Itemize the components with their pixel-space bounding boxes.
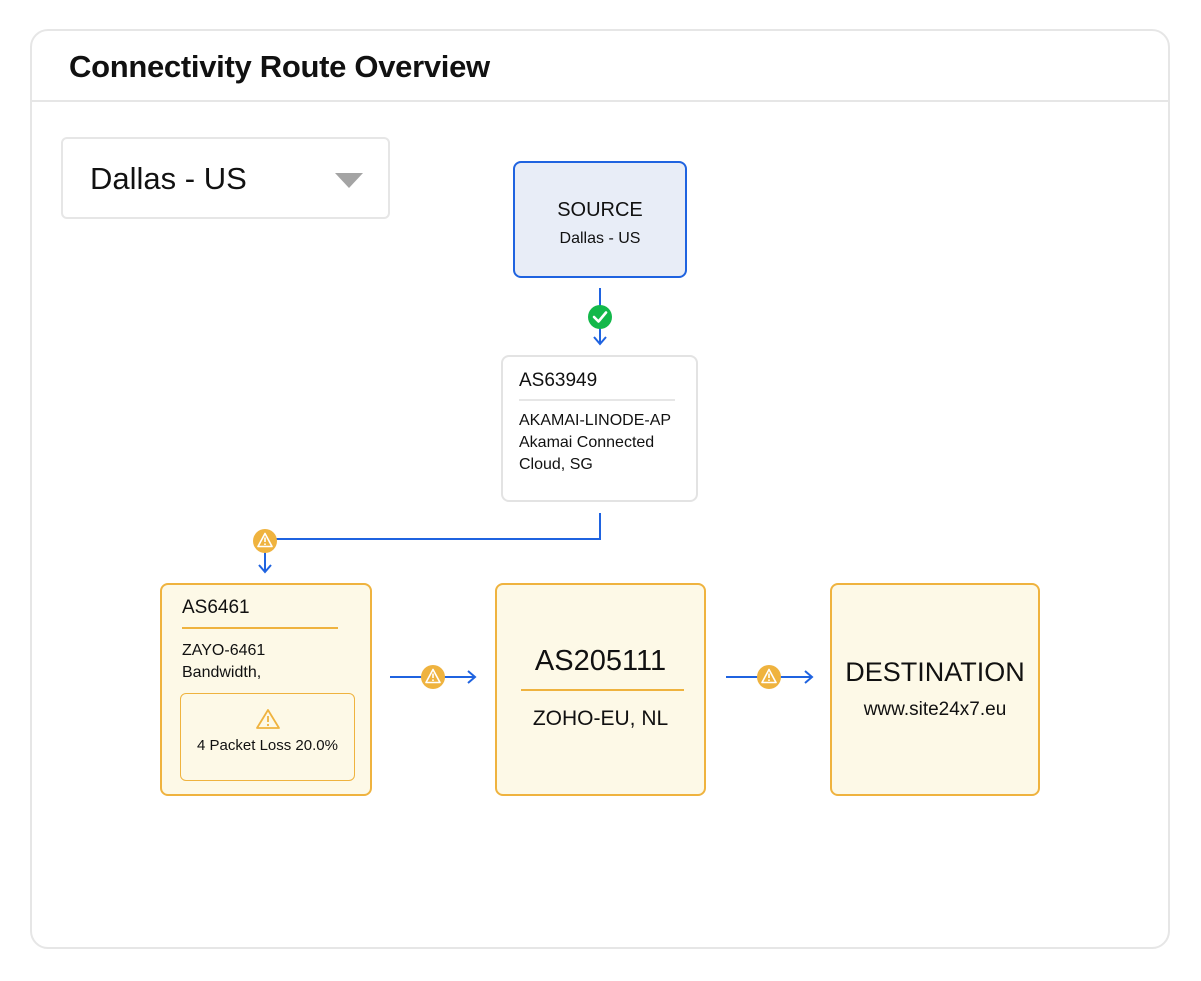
check-circle-icon	[588, 305, 612, 329]
divider	[519, 399, 675, 401]
as63949-node-line: AKAMAI-LINODE-AP	[519, 412, 672, 429]
destination-node-title: DESTINATION	[845, 657, 1025, 687]
as63949-node-title: AS63949	[519, 370, 598, 391]
as63949-node[interactable]: AS63949 AKAMAI-LINODE-AP Akamai Connecte…	[501, 355, 698, 502]
packet-loss-text: 4 Packet Loss 20.0%	[197, 737, 338, 754]
source-node-location: Dallas - US	[559, 230, 641, 247]
destination-node-host: www.site24x7.eu	[863, 699, 1007, 720]
as205111-node[interactable]: AS205111 ZOHO-EU, NL	[495, 583, 706, 796]
link-as63949-to-as6461	[258, 513, 601, 574]
packet-loss-alert: 4 Packet Loss 20.0%	[180, 693, 355, 781]
as6461-node-line: Bandwidth,	[182, 664, 262, 681]
as6461-node-title: AS6461	[182, 597, 250, 618]
as63949-node-line: Akamai Connected	[519, 434, 655, 451]
divider	[521, 689, 684, 691]
as6461-node[interactable]: AS6461 ZAYO-6461 Bandwidth, 4 Packet Los…	[160, 583, 372, 796]
warning-triangle-icon	[253, 529, 277, 553]
as205111-node-title: AS205111	[534, 645, 667, 677]
source-node-title: SOURCE	[557, 199, 643, 221]
destination-node[interactable]: DESTINATION www.site24x7.eu	[830, 583, 1040, 796]
as205111-node-owner: ZOHO-EU, NL	[532, 707, 669, 730]
divider	[182, 627, 338, 629]
source-node[interactable]: SOURCE Dallas - US	[513, 161, 687, 278]
as63949-node-line: Cloud, SG	[519, 456, 593, 473]
warning-triangle-icon	[421, 665, 445, 689]
warning-triangle-icon	[757, 665, 781, 689]
as6461-node-line: ZAYO-6461	[182, 642, 266, 659]
warning-triangle-icon	[256, 709, 280, 729]
